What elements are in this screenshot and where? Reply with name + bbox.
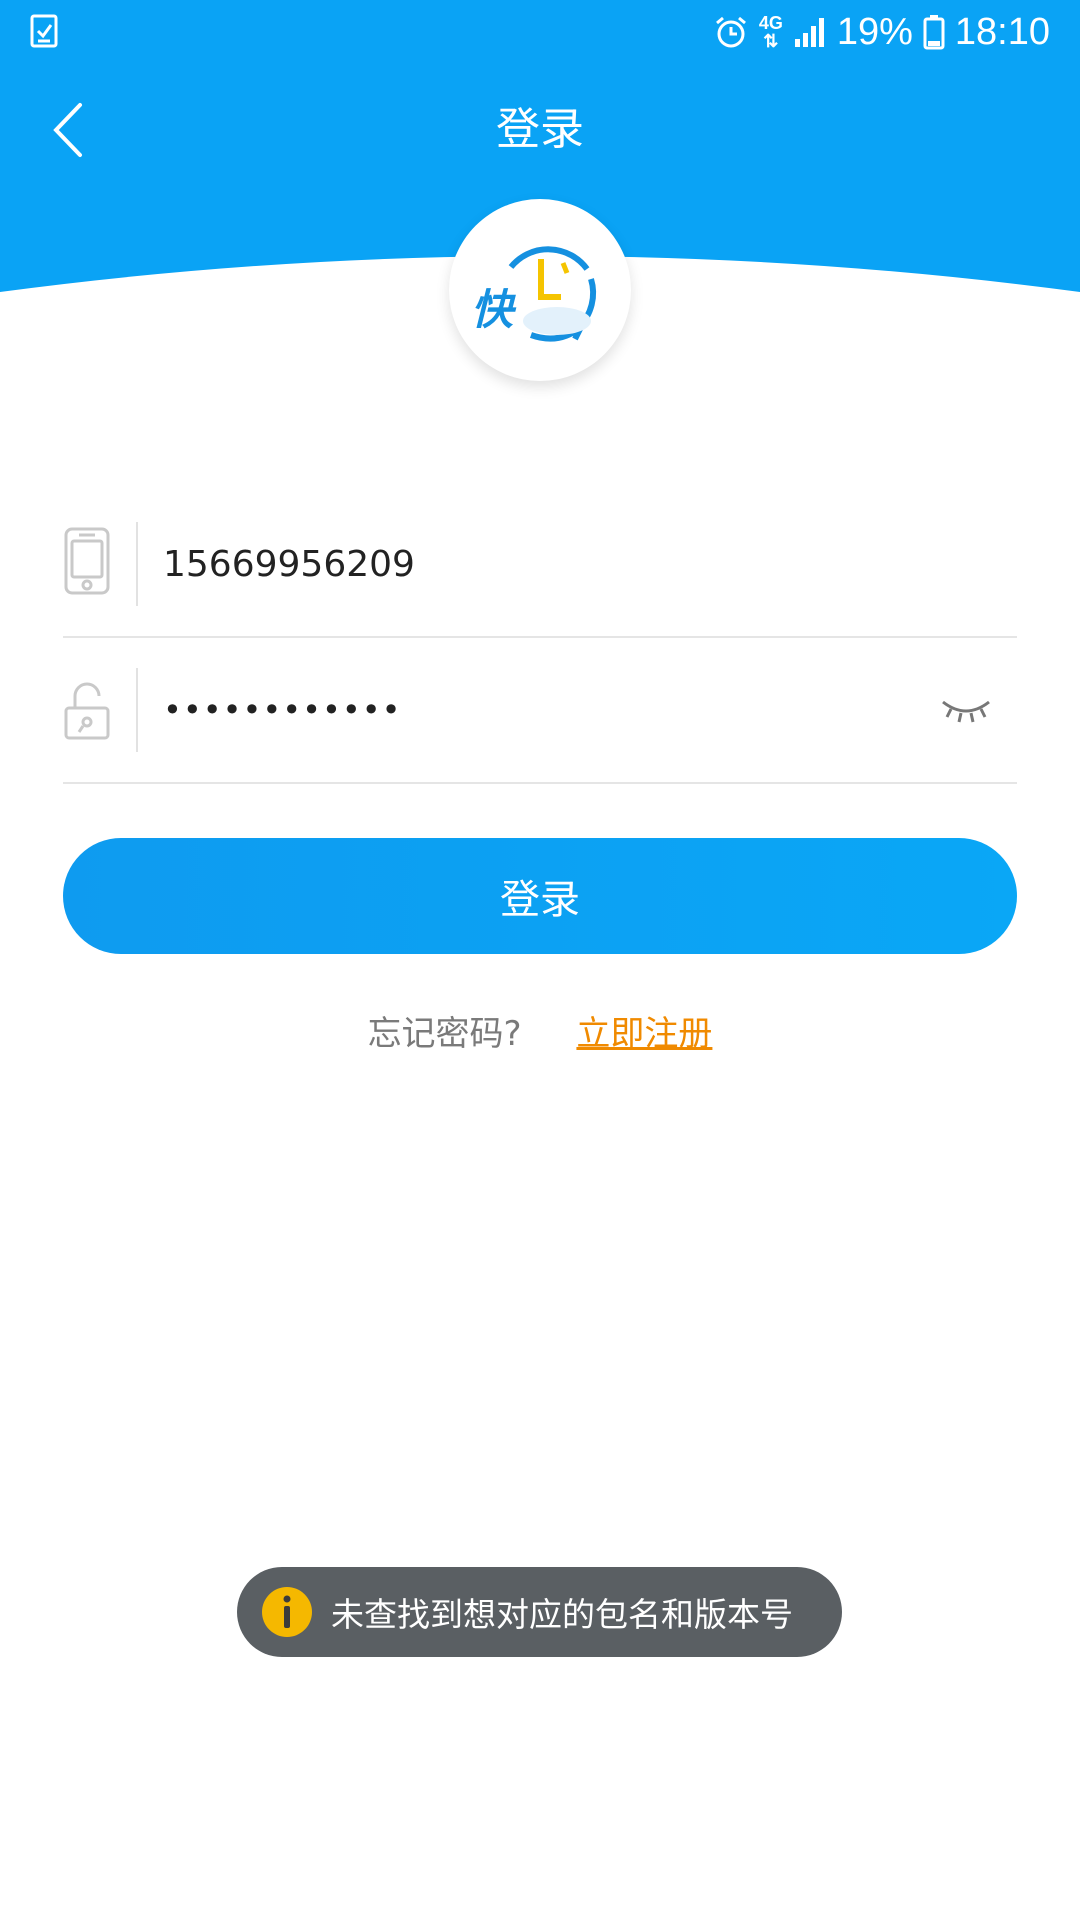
login-screen: 4G ⇅ 19% 18:10 登录 快 15669956209 ••••••••… [0,0,1080,1920]
data-arrows-icon: ⇅ [763,31,779,51]
alarm-icon [715,16,746,48]
toast-message: 未查找到想对应的包名和版本号 [237,1567,842,1657]
password-input[interactable] [163,676,923,744]
forgot-password-link[interactable]: 忘记密码? [368,1014,522,1054]
network-type: 4G ⇅ [759,14,783,50]
phone-row [63,490,1017,638]
phone-input[interactable] [163,530,923,598]
clock-time: 18:10 [954,10,1050,53]
status-indicators: 4G ⇅ 19% 18:10 [713,8,1050,56]
toast-text: 未查找到想对应的包名和版本号 [331,1595,793,1634]
auth-links: 忘记密码? 立即注册 [0,1008,1080,1060]
lock-icon [64,682,110,740]
clock-logo-icon: 快 [471,246,597,342]
password-row [63,636,1017,784]
battery-percent: 19% [836,10,913,53]
row-divider [136,522,138,606]
row-divider [136,668,138,752]
info-icon [262,1587,312,1637]
eye-closed-icon[interactable] [939,686,993,730]
login-button[interactable]: 登录 [63,838,1017,954]
battery-icon [923,15,945,50]
status-bar: 4G ⇅ 19% 18:10 [0,0,1080,64]
task-check-icon [30,14,58,48]
app-logo: 快 [449,199,631,381]
phone-icon [64,527,110,595]
network-label: 4G [758,13,783,33]
signal-icon [794,18,824,47]
logo-text: 快 [471,285,517,334]
register-link[interactable]: 立即注册 [576,1014,712,1054]
page-title: 登录 [496,104,584,155]
